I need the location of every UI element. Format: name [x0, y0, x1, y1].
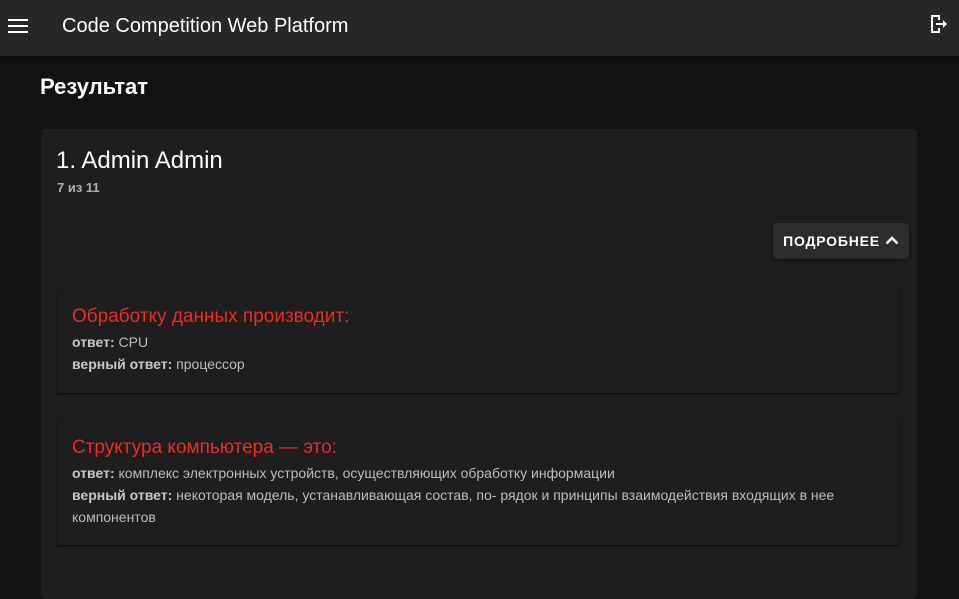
details-button-label: ПОДРОБНЕЕ [783, 233, 880, 249]
question-text: Структура компьютера — это: [72, 437, 337, 458]
app-bar: Code Competition Web Platform [0, 0, 959, 56]
app-title: Code Competition Web Platform [62, 15, 349, 37]
participant-name: 1. Admin Admin [56, 147, 223, 174]
question-text: Обработку данных производит: [72, 306, 350, 327]
logout-button[interactable] [923, 10, 953, 42]
answer-label: ответ: [72, 334, 115, 350]
result-card: 1. Admin Admin 7 из 11 ПОДРОБНЕЕ Обработ… [41, 129, 917, 599]
chevron-up-icon [885, 232, 899, 250]
menu-icon [8, 18, 28, 39]
user-answer-line: ответ: CPU [72, 331, 882, 353]
user-answer: комплекс электронных устройств, осуществ… [118, 465, 615, 481]
answer-label: ответ: [72, 465, 115, 481]
logout-icon [928, 14, 948, 39]
details-button[interactable]: ПОДРОБНЕЕ [773, 223, 909, 259]
question-item: Структура компьютера — это: ответ: компл… [57, 419, 899, 545]
page-title: Результат [40, 74, 149, 99]
correct-answer-label: верный ответ: [72, 487, 173, 503]
menu-button[interactable] [4, 8, 32, 48]
correct-answer-label: верный ответ: [72, 356, 173, 372]
score-text: 7 из 11 [57, 180, 100, 195]
user-answer-line: ответ: комплекс электронных устройств, о… [72, 462, 882, 484]
question-item: Обработку данных производит: ответ: CPU … [57, 289, 899, 393]
user-answer: CPU [118, 334, 149, 350]
correct-answer-line: верный ответ: процессор [72, 353, 882, 375]
correct-answer: некоторая модель, устанавливающая состав… [72, 487, 835, 525]
correct-answer-line: верный ответ: некоторая модель, устанавл… [72, 484, 882, 528]
correct-answer: процессор [176, 356, 245, 372]
